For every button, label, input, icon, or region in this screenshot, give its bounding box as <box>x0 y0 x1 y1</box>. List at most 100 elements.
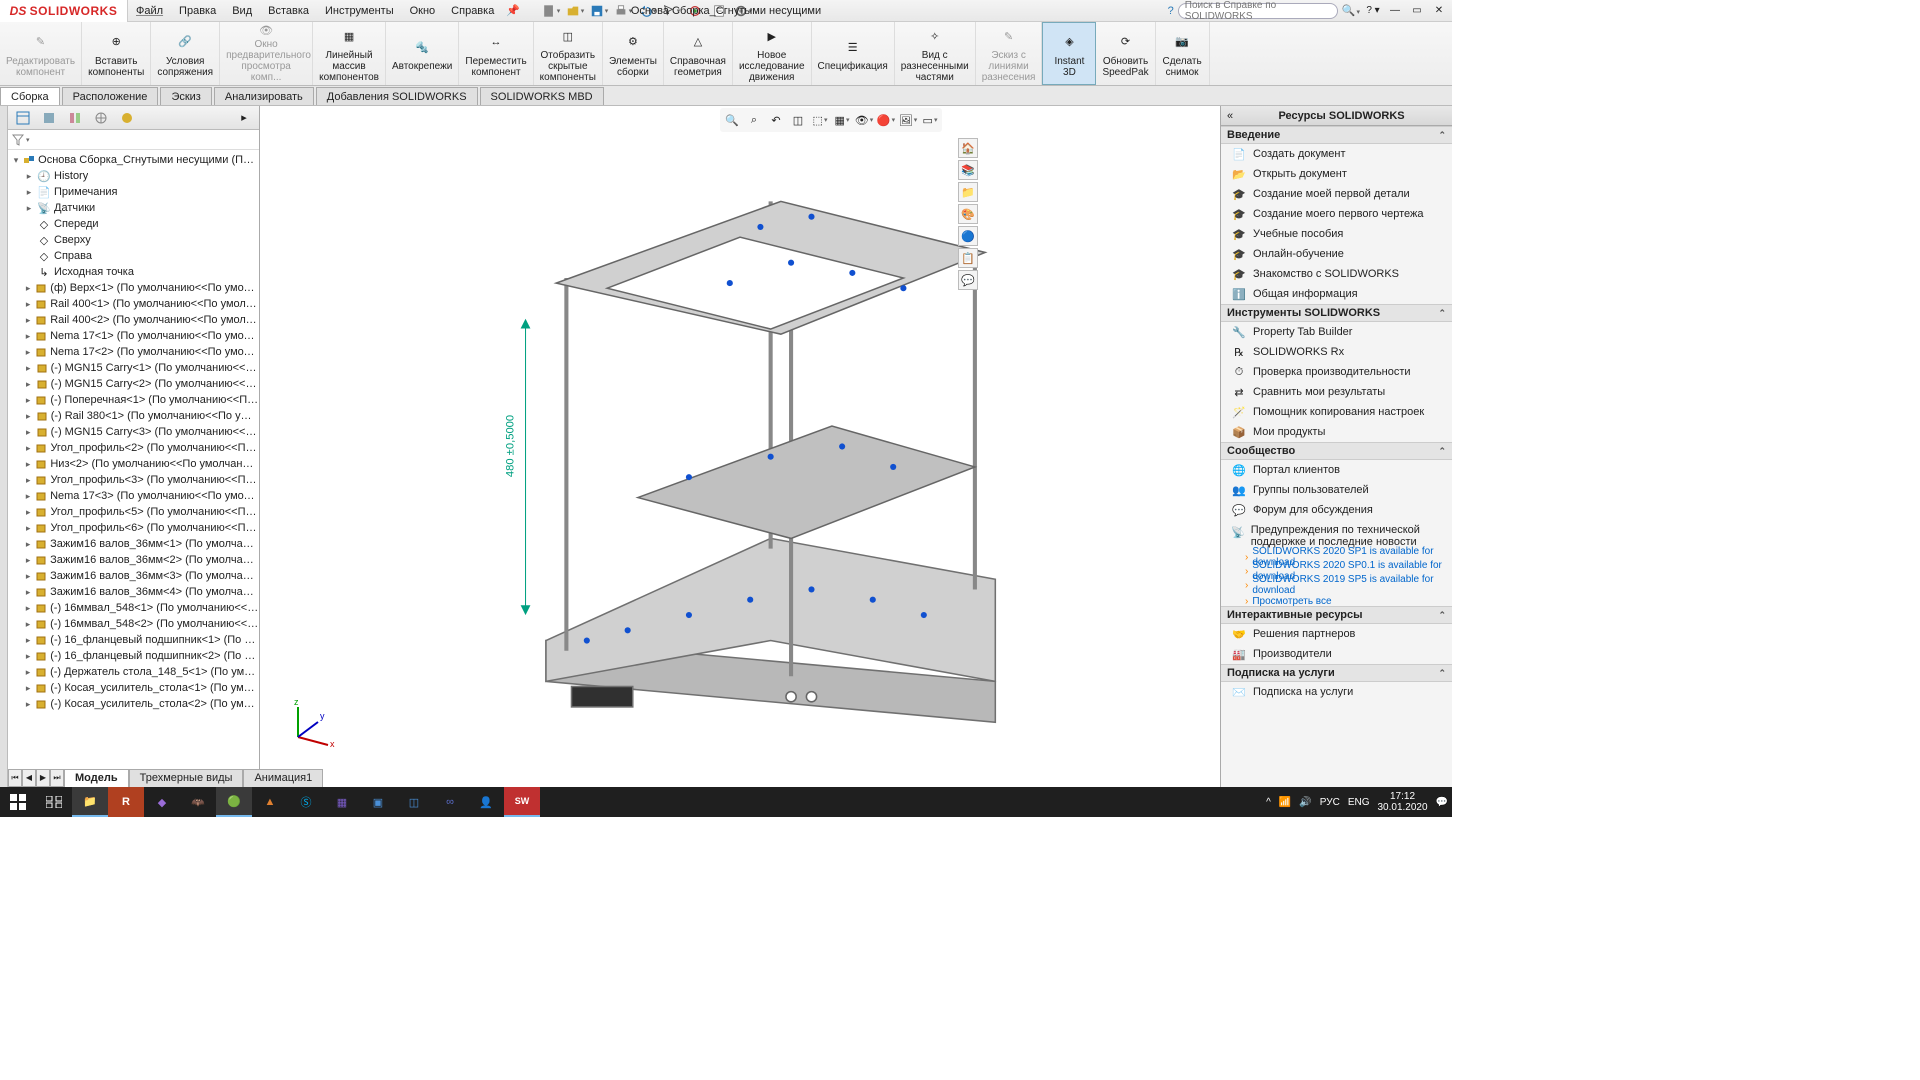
tp-item[interactable]: 🪄Помощник копирования настроек <box>1221 402 1452 422</box>
subtab-4[interactable]: Добавления SOLIDWORKS <box>316 87 478 105</box>
tree-part-12[interactable]: ▸Угол_профиль<3> (По умолчанию<<По умолч… <box>8 472 259 488</box>
tp-section-header[interactable]: Инструменты SOLIDWORKS⌃ <box>1221 304 1452 322</box>
ribbon-mate[interactable]: 🔗Условиясопряжения <box>151 22 220 85</box>
tray-kbd[interactable]: ENG <box>1348 797 1370 808</box>
fm-tree-tab[interactable] <box>12 108 34 128</box>
tp-item[interactable]: 🔧Property Tab Builder <box>1221 322 1452 342</box>
menu-окно[interactable]: Окно <box>402 0 444 22</box>
tb-solidworks-icon[interactable]: SW <box>504 787 540 817</box>
tray-vol-icon[interactable]: 🔊 <box>1299 797 1311 808</box>
tree-part-20[interactable]: ▸(-) 16ммвал_548<1> (По умолчанию<<По ум… <box>8 600 259 616</box>
menu-справка[interactable]: Справка <box>443 0 502 22</box>
ribbon-exploded[interactable]: ✧Вид сразнесеннымичастями <box>895 22 976 85</box>
ribbon-instant3d[interactable]: ◈Instant3D <box>1042 22 1096 85</box>
tab-nav-next[interactable]: ▶ <box>36 769 50 787</box>
tb-app-purple-icon[interactable]: ▦ <box>324 787 360 817</box>
menu-вид[interactable]: Вид <box>224 0 260 22</box>
tb-app-bat-icon[interactable]: 🦇 <box>180 787 216 817</box>
tree-part-18[interactable]: ▸Зажим16 валов_36мм<3> (По умолчанию<<По… <box>8 568 259 584</box>
tree-part-2[interactable]: ▸Rail 400<2> (По умолчанию<<По умолчанию… <box>8 312 259 328</box>
tp-item[interactable]: 📂Открыть документ <box>1221 164 1452 184</box>
hide-show-icon[interactable]: 👁▾ <box>854 110 874 130</box>
tab-nav-first[interactable]: ⏮ <box>8 769 22 787</box>
taskview-button[interactable] <box>36 787 72 817</box>
ribbon-assy[interactable]: ⚙Элементысборки <box>603 22 664 85</box>
tb-explorer-icon[interactable]: 📁 <box>72 787 108 817</box>
tp-item[interactable]: 🌐Портал клиентов <box>1221 460 1452 480</box>
tree-part-0[interactable]: ▸(ф) Верх<1> (По умолчанию<<По умолчанию… <box>8 280 259 296</box>
ribbon-speedpak[interactable]: ⟳ОбновитьSpeedPak <box>1096 22 1155 85</box>
doc-tab-1[interactable]: Трехмерные виды <box>129 769 244 787</box>
tp-item[interactable]: 💬Форум для обсуждения <box>1221 500 1452 520</box>
dimxpert-tab[interactable] <box>90 108 112 128</box>
tray-clock[interactable]: 17:1230.01.2020 <box>1377 791 1427 813</box>
tree-part-6[interactable]: ▸(-) MGN15 Carry<2> (По умолчанию<<По ум… <box>8 376 259 392</box>
subtab-2[interactable]: Эскиз <box>160 87 211 105</box>
tree-root[interactable]: ▾Основа Сборка_Сгнутыми несущими (По умо… <box>8 152 259 168</box>
tp-item[interactable]: 🎓Учебные пособия <box>1221 224 1452 244</box>
edit-appearance-icon[interactable]: 🔴▾ <box>876 110 896 130</box>
tp-item[interactable]: 🎓Создание моей первой детали <box>1221 184 1452 204</box>
ribbon-snapshot[interactable]: 📷Сделатьснимок <box>1156 22 1210 85</box>
tree-part-4[interactable]: ▸Nema 17<2> (По умолчанию<<По умолчанию>… <box>8 344 259 360</box>
tree-part-13[interactable]: ▸Nema 17<3> (По умолчанию<<По умолчанию>… <box>8 488 259 504</box>
tp-item[interactable]: 🎓Знакомство с SOLIDWORKS <box>1221 264 1452 284</box>
search-help-icon[interactable]: ? <box>1168 5 1174 17</box>
ribbon-motion[interactable]: ▶Новоеисследованиедвижения <box>733 22 812 85</box>
tb-chrome-icon[interactable]: 🟢 <box>216 787 252 817</box>
tray-up-icon[interactable]: ^ <box>1266 797 1271 808</box>
open-doc-button[interactable]: ▾ <box>564 2 586 20</box>
tp-design-lib-icon[interactable]: 📚 <box>958 160 978 180</box>
tree-sys-sens[interactable]: ▸📡Датчики <box>8 200 259 216</box>
subtab-3[interactable]: Анализировать <box>214 87 314 105</box>
start-button[interactable] <box>0 787 36 817</box>
tb-app-tile-icon[interactable]: ◫ <box>396 787 432 817</box>
tp-section-header[interactable]: Интерактивные ресурсы⌃ <box>1221 606 1452 624</box>
tp-appearances-icon[interactable]: 🔵 <box>958 226 978 246</box>
close-button[interactable]: ✕ <box>1430 3 1448 19</box>
tree-part-10[interactable]: ▸Угол_профиль<2> (По умолчанию<<По умолч… <box>8 440 259 456</box>
ribbon-insert[interactable]: ⊕Вставитькомпоненты <box>82 22 151 85</box>
menu-вставка[interactable]: Вставка <box>260 0 317 22</box>
tp-item[interactable]: 📦Мои продукты <box>1221 422 1452 442</box>
tree-part-14[interactable]: ▸Угол_профиль<5> (По умолчанию<<По умолч… <box>8 504 259 520</box>
subtab-0[interactable]: Сборка <box>0 87 60 105</box>
tb-app-ae-icon[interactable]: ◆ <box>144 787 180 817</box>
tb-app-link-icon[interactable]: ∞ <box>432 787 468 817</box>
tab-nav-last[interactable]: ⏭ <box>50 769 64 787</box>
tree-part-15[interactable]: ▸Угол_профиль<6> (По умолчанию<<По умолч… <box>8 520 259 536</box>
zoom-fit-icon[interactable]: 🔍 <box>722 110 742 130</box>
tree-part-22[interactable]: ▸(-) 16_фланцевый подшипник<1> (По умолч… <box>8 632 259 648</box>
tp-item[interactable]: ✉️Подписка на услуги <box>1221 682 1452 702</box>
feature-tree[interactable]: ▾Основа Сборка_Сгнутыми несущими (По умо… <box>8 150 259 787</box>
tree-sys-plane[interactable]: ◇Сверху <box>8 232 259 248</box>
ribbon-refgeo[interactable]: △Справочнаягеометрия <box>664 22 733 85</box>
tp-section-header[interactable]: Сообщество⌃ <box>1221 442 1452 460</box>
ribbon-pattern[interactable]: ▦Линейныймассивкомпонентов <box>313 22 386 85</box>
menu-правка[interactable]: Правка <box>171 0 224 22</box>
tray-net-icon[interactable]: 📶 <box>1279 797 1291 808</box>
tree-part-25[interactable]: ▸(-) Косая_усилитель_стола<1> (По умолча… <box>8 680 259 696</box>
ribbon-move[interactable]: ↔Переместитькомпонент <box>459 22 533 85</box>
tb-app-r-icon[interactable]: R <box>108 787 144 817</box>
tp-forum-icon[interactable]: 💬 <box>958 270 978 290</box>
ribbon-hidden[interactable]: ◫Отобразитьскрытыекомпоненты <box>534 22 603 85</box>
tree-part-3[interactable]: ▸Nema 17<1> (По умолчанию<<По умолчанию>… <box>8 328 259 344</box>
doc-tab-2[interactable]: Анимация1 <box>243 769 323 787</box>
minimize-button[interactable]: — <box>1386 3 1404 19</box>
tree-filter-bar[interactable]: ▾ <box>8 130 259 150</box>
tree-sys-hist[interactable]: ▸🕘History <box>8 168 259 184</box>
ribbon-smart[interactable]: 🔩Автокрепежи <box>386 22 459 85</box>
display-manager-tab[interactable] <box>116 108 138 128</box>
tree-part-17[interactable]: ▸Зажим16 валов_36мм<2> (По умолчанию<<По… <box>8 552 259 568</box>
property-manager-tab[interactable] <box>38 108 60 128</box>
tree-part-9[interactable]: ▸(-) MGN15 Carry<3> (По умолчанию<<По ум… <box>8 424 259 440</box>
tp-item[interactable]: ℹ️Общая информация <box>1221 284 1452 304</box>
apply-scene-icon[interactable]: 🖼▾ <box>898 110 918 130</box>
tree-part-26[interactable]: ▸(-) Косая_усилитель_стола<2> (По умолча… <box>8 696 259 712</box>
tray-notif-icon[interactable]: 💬 <box>1436 797 1448 808</box>
tree-expand-button[interactable]: ▸ <box>233 108 255 128</box>
tp-file-explorer-icon[interactable]: 📁 <box>958 182 978 202</box>
graphics-viewport[interactable]: 480 ±0,5000 z x y 🏠 📚 📁 🎨 🔵 📋 💬 <box>260 106 1220 787</box>
section-view-icon[interactable]: ◫ <box>788 110 808 130</box>
